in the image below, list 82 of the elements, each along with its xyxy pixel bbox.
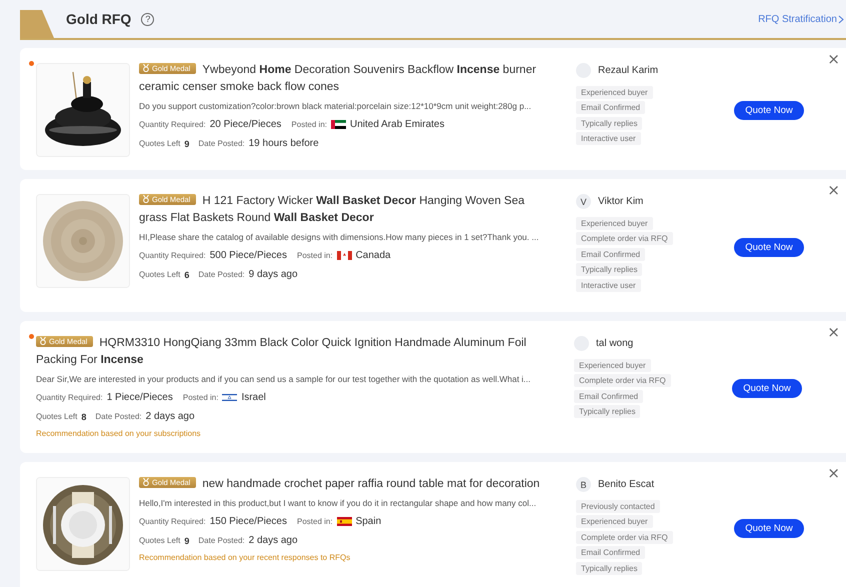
quotes-left-label: Quotes Left [139,139,180,148]
quote-now-button[interactable]: Quote Now [734,101,804,120]
rfq-description: Do you support customization?color:brown black material:porcelain size:12*10*9cm unit weight:280g p... [139,101,532,111]
date-posted-label: Date Posted: [198,270,245,279]
buyer-tag: Experienced buyer [574,358,651,372]
buyer-tag: Typically replies [576,562,642,574]
quotes-left-count: 9 [184,536,190,546]
buyer-tag: Complete order via RFQ [574,374,671,387]
country-name: United Arab Emirates [350,119,444,130]
buyer-tag: Typically replies [574,405,640,418]
buyer-tag: Complete order via RFQ [576,232,673,245]
quantity-label: Quantity Required: [139,251,206,260]
buyer-tag: Experienced buyer [576,86,653,98]
quantity-label: Quantity Required: [139,120,206,129]
date-posted-label: Date Posted: [198,139,245,148]
rfq-description: HI,Please share the catalog of available designs with dimensions.How many pieces in 1 set?Thank you. ... [139,232,540,242]
posted-label: Posted in: [296,517,333,526]
buyer-tag: Typically replies [576,116,642,130]
buyer-avatar: B [576,477,591,492]
date-posted-label: Date Posted: [95,412,142,421]
medal-icon [40,337,46,345]
buyer-tag: Complete order via RFQ [576,530,673,544]
recommendation-note: Recommendation based on your recent responses to RFQs [139,553,352,562]
posted-label: Posted in: [296,251,333,260]
date-posted-value: 2 days ago [146,411,195,422]
close-button[interactable]: × [827,53,840,65]
date-posted-value: 2 days ago [248,535,298,546]
quantity-label: Quantity Required: [139,517,206,526]
close-button[interactable]: × [827,326,840,338]
buyer-tag: Email Confirmed [576,546,646,559]
country-name: Israel [241,392,266,403]
quote-now-button[interactable]: Quote Now [734,238,804,256]
medal-icon [143,478,149,486]
help-icon[interactable]: ? [141,12,154,26]
quotes-left-count: 6 [184,270,190,280]
buyer-name: Viktor Kim [598,196,644,207]
quote-now-button[interactable]: Quote Now [732,379,802,398]
quotes-left-count: 8 [81,412,86,422]
flag-icon [222,393,238,402]
buyer-name: tal wong [596,338,634,349]
buyer-name: Rezaul Karim [598,65,658,76]
country-name: Spain [356,516,382,527]
date-posted-value: 19 hours before [248,138,319,149]
flag-icon [331,120,346,129]
flag-icon [336,251,352,260]
quotes-left-label: Quotes Left [139,536,180,545]
posted-label: Posted in: [182,393,218,402]
rfq-description: Dear Sir,We are interested in your products and if you can send us a sample for our test together with the quotation as well.What i... [36,374,532,384]
close-button[interactable]: × [827,184,840,196]
quotes-left-label: Quotes Left [139,270,180,279]
buyer-tag: Email Confirmed [576,248,646,260]
quantity-value: 500 Piece/Pieces [210,250,287,261]
flag-icon [336,517,352,526]
medal-icon [143,64,149,72]
buyer-tag: Email Confirmed [576,101,646,114]
quantity-label: Quantity Required: [36,393,103,402]
rfq-description: Hello,I'm interested in this product,but I want to know if you do it in rectangular shape and how many col... [139,498,538,508]
quantity-value: 20 Piece/Pieces [210,119,282,130]
chevron-right-icon [838,14,844,24]
recommendation-note: Recommendation based on your subscriptions [36,429,202,438]
buyer-tag: Typically replies [576,263,642,276]
buyer-avatar: V [576,194,591,209]
buyer-tag: Experienced buyer [576,216,653,230]
page-title: Gold RFQ [66,11,132,27]
buyer-tag: Interactive user [576,278,641,292]
buyer-tag: Previously contacted [576,500,660,512]
posted-label: Posted in: [291,120,327,129]
date-posted-value: 9 days ago [248,269,298,280]
buyer-tag: Interactive user [576,132,641,145]
country-name: Canada [356,250,391,261]
quotes-left-count: 9 [184,138,190,148]
close-button[interactable]: × [827,467,840,479]
quote-now-button[interactable]: Quote Now [734,519,804,538]
rfq-stratification-link[interactable]: RFQ Stratification [758,14,844,24]
date-posted-label: Date Posted: [198,536,245,545]
quotes-left-label: Quotes Left [36,412,78,421]
buyer-tag: Email Confirmed [574,390,644,402]
medal-icon [143,195,149,203]
buyer-name: Benito Escat [598,479,654,490]
quantity-value: 150 Piece/Pieces [210,516,287,527]
buyer-tag: Experienced buyer [576,515,653,528]
quantity-value: 1 Piece/Pieces [106,392,173,403]
